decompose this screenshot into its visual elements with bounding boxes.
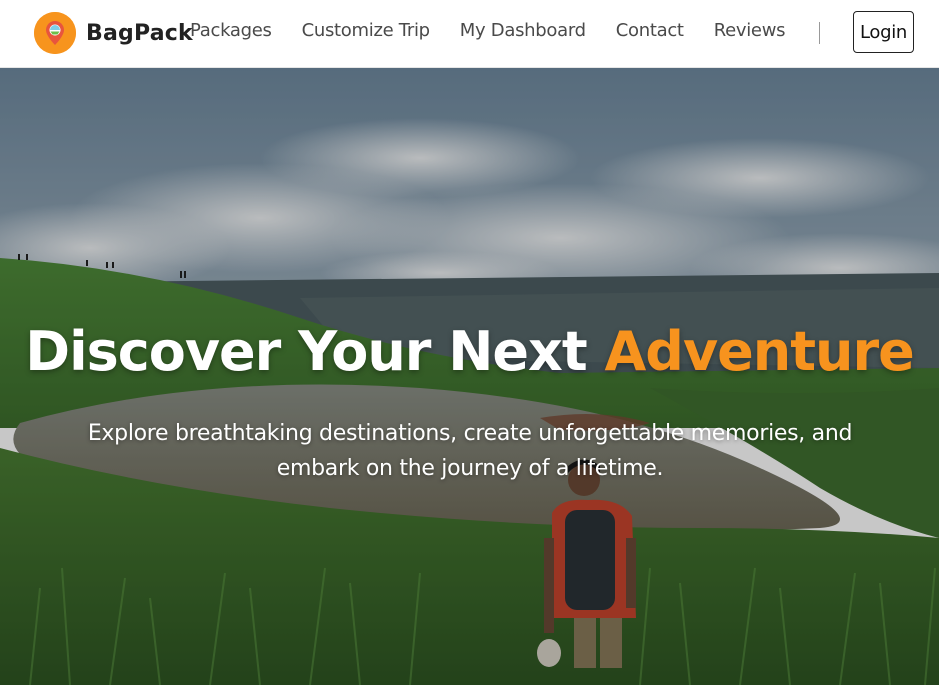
hero-subtitle: Explore breathtaking destinations, creat…: [87, 421, 853, 481]
nav-link-my-dashboard[interactable]: My Dashboard: [460, 20, 586, 41]
brand[interactable]: BagPack: [34, 12, 193, 54]
nav-link-contact[interactable]: Contact: [616, 20, 684, 41]
map-pin-icon: [34, 12, 76, 54]
hero-title-main: Discover Your Next: [25, 320, 587, 383]
brand-name: BagPack: [86, 20, 193, 46]
nav-link-customize-trip[interactable]: Customize Trip: [302, 20, 430, 41]
hero-title: Discover Your Next Adventure: [0, 320, 939, 383]
hero-title-accent: Adventure: [604, 320, 915, 383]
hero-section: Discover Your Next Adventure Explore bre…: [0, 68, 939, 685]
nav-link-reviews[interactable]: Reviews: [714, 20, 786, 41]
top-navbar: BagPack Packages Customize Trip My Dashb…: [0, 0, 939, 68]
nav-divider: [819, 22, 820, 44]
nav-links: Packages Customize Trip My Dashboard Con…: [190, 20, 815, 41]
nav-link-packages[interactable]: Packages: [190, 20, 272, 41]
login-button[interactable]: Login: [853, 11, 914, 53]
